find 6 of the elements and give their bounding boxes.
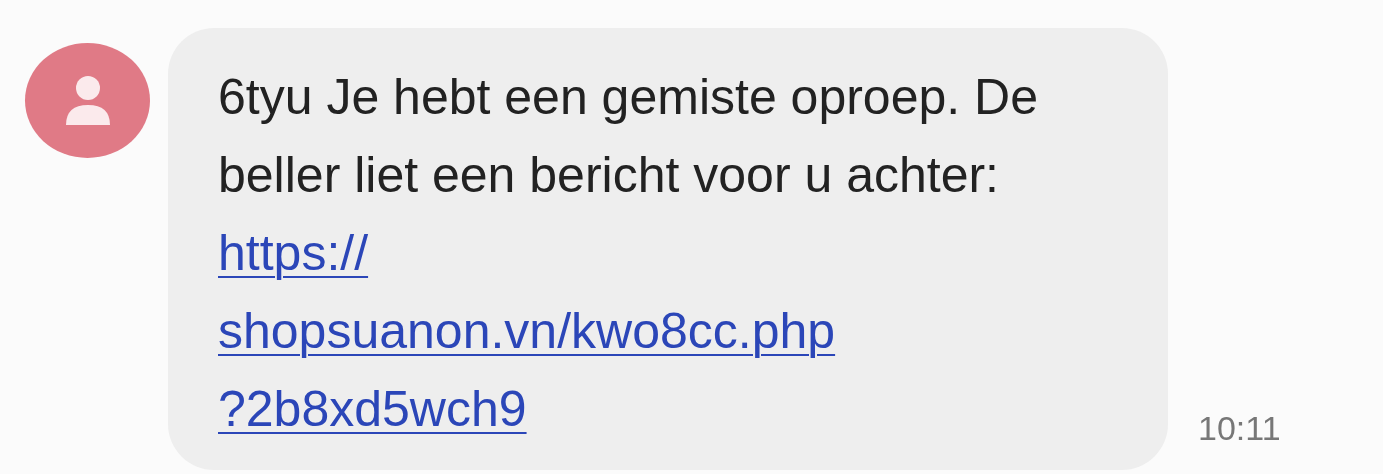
person-icon [65,74,110,127]
link[interactable]: ?2b8xd5wch9 [218,381,527,437]
link[interactable]: https:// [218,225,369,281]
message-text: 6tyu Je hebt een gemiste oproep. De beller liet een bericht voor u achter: https:// shopsuanon.vn/kwo8cc.php ?2b8xd5wch9 [218,68,1039,439]
timestamp: 10:11 [1198,409,1281,448]
link[interactable]: shopsuanon.vn/kwo8cc.php [218,303,836,359]
